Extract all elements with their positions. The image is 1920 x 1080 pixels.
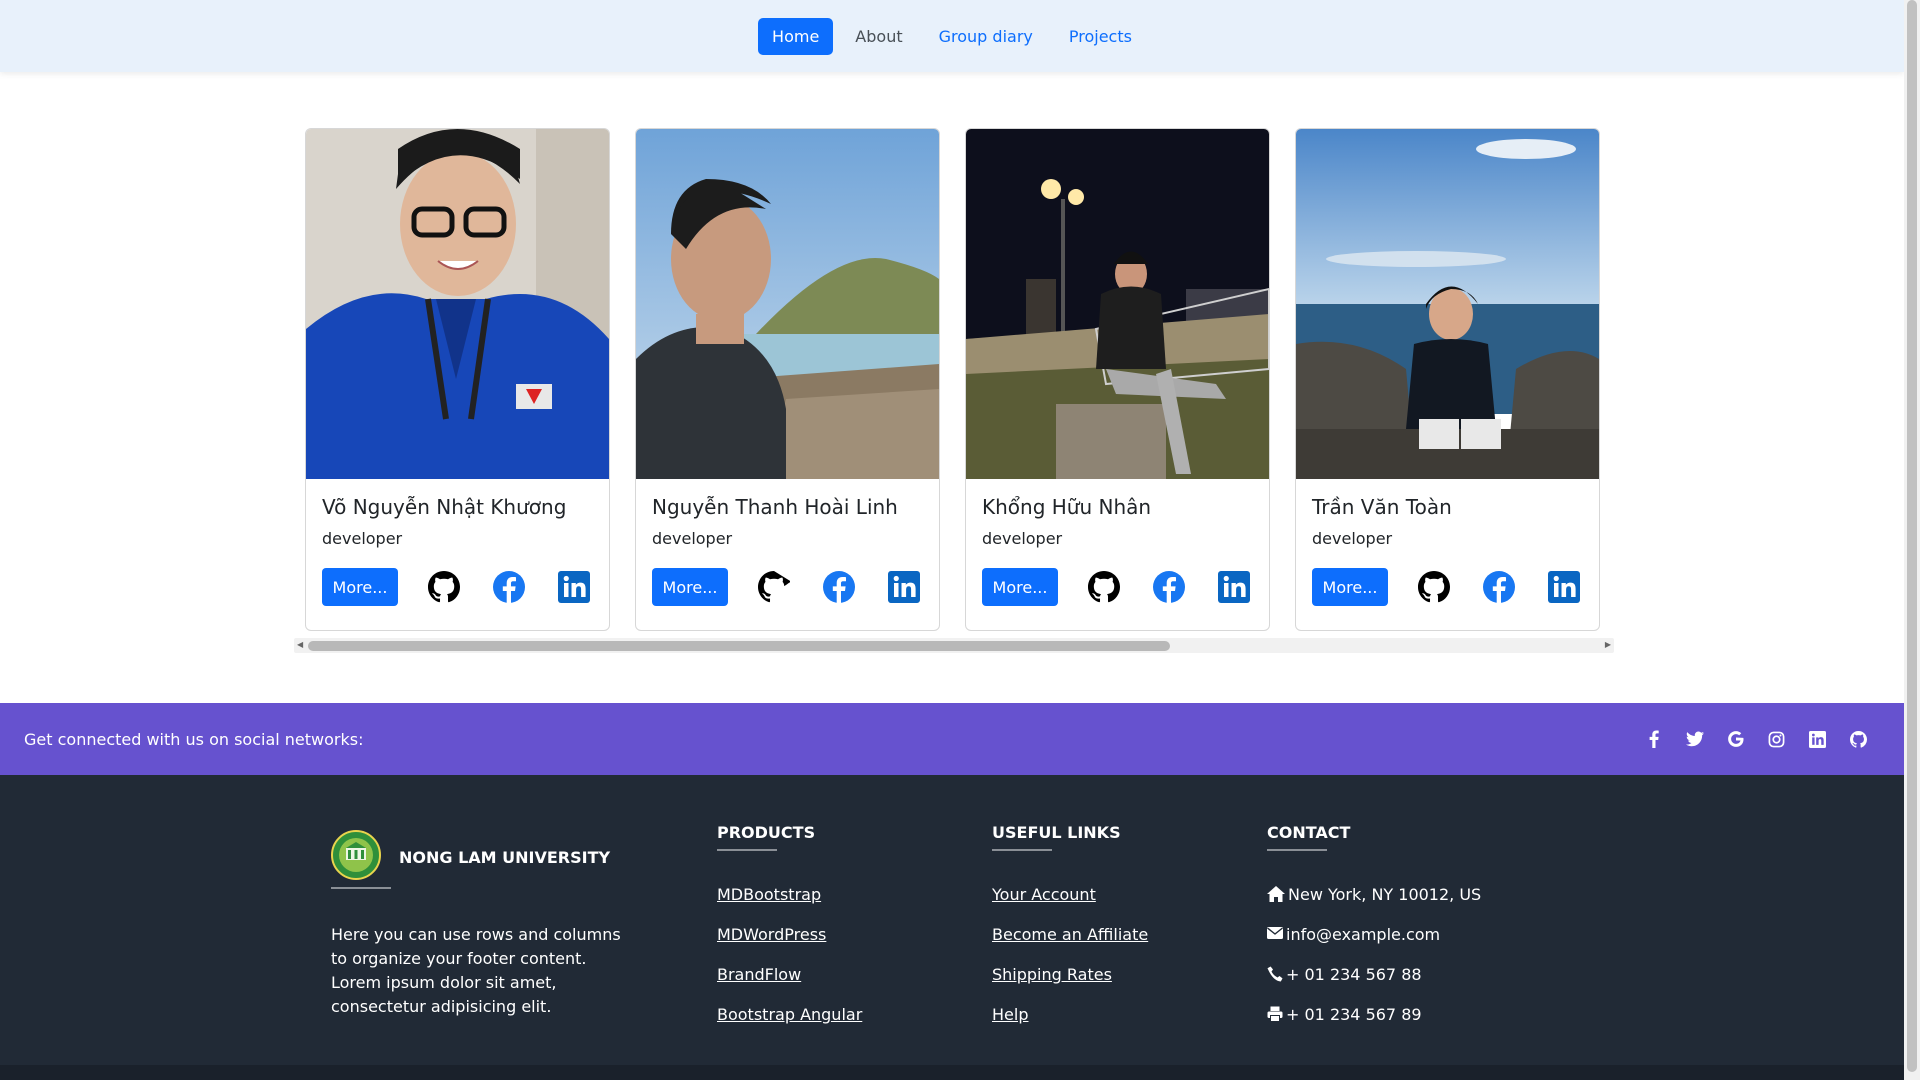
member-card: Võ Nguyễn Nhật Khương developer More... bbox=[305, 128, 610, 631]
instagram-icon[interactable] bbox=[1767, 730, 1786, 749]
more-button[interactable]: More... bbox=[1312, 568, 1388, 606]
footer-link[interactable]: Shipping Rates bbox=[992, 965, 1148, 1005]
contact-text: + 01 234 567 88 bbox=[1286, 965, 1422, 984]
divider bbox=[1267, 849, 1327, 851]
scrollbar-thumb[interactable] bbox=[308, 641, 1170, 651]
footer: NONG LAM UNIVERSITY Here you can use row… bbox=[0, 775, 1904, 1080]
member-role: developer bbox=[652, 529, 733, 548]
footer-link[interactable]: MDBootstrap bbox=[717, 885, 862, 925]
facebook-icon[interactable] bbox=[820, 568, 858, 606]
useful-links-heading: USEFUL LINKS bbox=[992, 823, 1121, 842]
scroll-left-icon[interactable]: ◀ bbox=[297, 640, 303, 649]
team-carousel: Võ Nguyễn Nhật Khương developer More... bbox=[294, 128, 1614, 658]
social-bar: Get connected with us on social networks… bbox=[0, 703, 1904, 775]
footer-products: PRODUCTS MDBootstrap MDWordPress BrandFl… bbox=[717, 823, 862, 1045]
envelope-icon bbox=[1267, 927, 1283, 939]
contact-email: info@example.com bbox=[1267, 925, 1481, 965]
social-bar-text: Get connected with us on social networks… bbox=[24, 729, 364, 749]
nav-about[interactable]: About bbox=[841, 18, 916, 55]
facebook-icon[interactable] bbox=[490, 568, 528, 606]
contact-address: New York, NY 10012, US bbox=[1267, 885, 1481, 925]
contact-heading: CONTACT bbox=[1267, 823, 1351, 842]
google-icon[interactable] bbox=[1726, 730, 1745, 749]
footer-bottom-strip bbox=[0, 1065, 1904, 1080]
member-photo bbox=[636, 129, 939, 479]
member-photo bbox=[306, 129, 609, 479]
github-icon[interactable] bbox=[1415, 568, 1453, 606]
linkedin-icon[interactable] bbox=[885, 568, 923, 606]
divider bbox=[717, 849, 777, 851]
vertical-scrollbar[interactable] bbox=[1904, 0, 1920, 1080]
scroll-right-icon[interactable]: ▶ bbox=[1605, 640, 1611, 649]
facebook-icon[interactable] bbox=[1644, 730, 1663, 749]
nav-projects[interactable]: Projects bbox=[1055, 18, 1146, 55]
github-icon[interactable] bbox=[1085, 568, 1123, 606]
footer-contact: CONTACT New York, NY 10012, US info@exam… bbox=[1267, 823, 1481, 1045]
member-name: Nguyễn Thanh Hoài Linh bbox=[652, 495, 898, 519]
member-card: Nguyễn Thanh Hoài Linh developer More... bbox=[635, 128, 940, 631]
footer-link[interactable]: MDWordPress bbox=[717, 925, 862, 965]
divider bbox=[331, 887, 391, 889]
print-icon bbox=[1267, 1006, 1283, 1022]
member-name: Khổng Hữu Nhân bbox=[982, 495, 1152, 519]
more-button[interactable]: More... bbox=[322, 568, 398, 606]
products-heading: PRODUCTS bbox=[717, 823, 816, 842]
university-logo-icon bbox=[331, 830, 381, 884]
linkedin-icon[interactable] bbox=[1545, 568, 1583, 606]
scrollbar-thumb[interactable] bbox=[1907, 0, 1917, 1072]
navbar: Home About Group diary Projects bbox=[0, 0, 1904, 72]
footer-link[interactable]: BrandFlow bbox=[717, 965, 862, 1005]
horizontal-scrollbar[interactable]: ◀ ▶ bbox=[294, 638, 1614, 653]
facebook-icon[interactable] bbox=[1480, 568, 1518, 606]
github-icon[interactable] bbox=[425, 568, 463, 606]
footer-link[interactable]: Become an Affiliate bbox=[992, 925, 1148, 965]
member-role: developer bbox=[982, 529, 1063, 548]
linkedin-icon[interactable] bbox=[1808, 730, 1827, 749]
footer-link[interactable]: Bootstrap Angular bbox=[717, 1005, 862, 1045]
twitter-icon[interactable] bbox=[1685, 730, 1704, 749]
member-role: developer bbox=[1312, 529, 1393, 548]
footer-link[interactable]: Help bbox=[992, 1005, 1148, 1045]
footer-link[interactable]: Your Account bbox=[992, 885, 1148, 925]
member-photo bbox=[966, 129, 1269, 479]
member-name: Võ Nguyễn Nhật Khương bbox=[322, 495, 567, 519]
contact-text: + 01 234 567 89 bbox=[1286, 1005, 1422, 1024]
member-card: Khổng Hữu Nhân developer More... bbox=[965, 128, 1270, 631]
phone-icon bbox=[1267, 966, 1283, 982]
member-name: Trần Văn Toàn bbox=[1312, 495, 1452, 519]
member-role: developer bbox=[322, 529, 403, 548]
member-photo bbox=[1296, 129, 1599, 479]
divider bbox=[992, 849, 1052, 851]
nav-group-diary[interactable]: Group diary bbox=[925, 18, 1047, 55]
linkedin-icon[interactable] bbox=[1215, 568, 1253, 606]
contact-fax: + 01 234 567 89 bbox=[1267, 1005, 1481, 1045]
linkedin-icon[interactable] bbox=[555, 568, 593, 606]
home-icon bbox=[1267, 886, 1285, 902]
contact-text: New York, NY 10012, US bbox=[1288, 885, 1482, 904]
brand-description: Here you can use rows and columns to org… bbox=[331, 925, 621, 1016]
github-icon[interactable] bbox=[1849, 730, 1868, 749]
contact-phone: + 01 234 567 88 bbox=[1267, 965, 1481, 1005]
footer-useful-links: USEFUL LINKS Your Account Become an Affi… bbox=[992, 823, 1148, 1045]
facebook-icon[interactable] bbox=[1150, 568, 1188, 606]
brand-name: NONG LAM UNIVERSITY bbox=[399, 847, 611, 867]
member-card: Trần Văn Toàn developer More... bbox=[1295, 128, 1600, 631]
github-icon[interactable] bbox=[755, 568, 793, 606]
more-button[interactable]: More... bbox=[652, 568, 728, 606]
nav-home[interactable]: Home bbox=[758, 17, 834, 55]
footer-brand: NONG LAM UNIVERSITY Here you can use row… bbox=[331, 830, 631, 1019]
contact-text: info@example.com bbox=[1286, 925, 1441, 944]
more-button[interactable]: More... bbox=[982, 568, 1058, 606]
